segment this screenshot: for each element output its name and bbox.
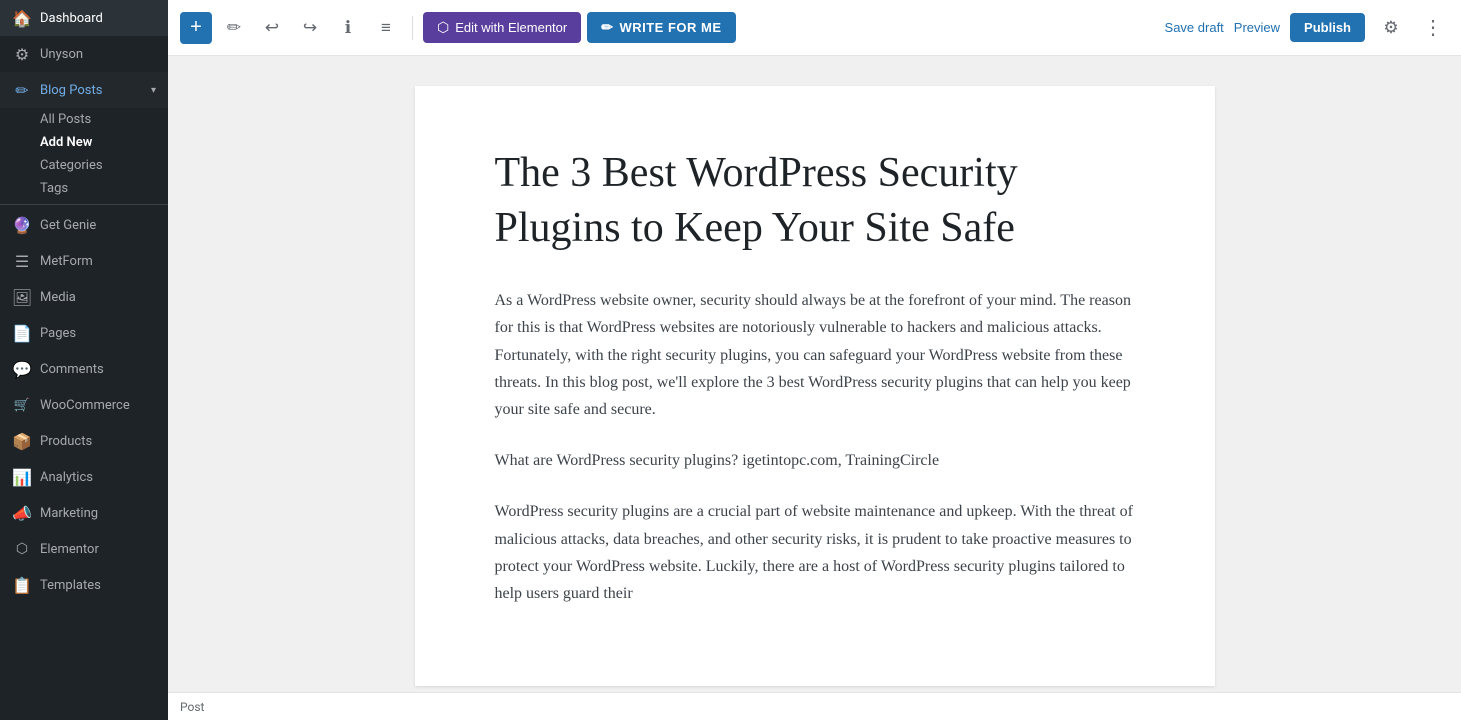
- sidebar-item-woocommerce[interactable]: 🛒 WooCommerce: [0, 387, 168, 423]
- sidebar-item-metform-label: MetForm: [40, 254, 93, 269]
- post-body: As a WordPress website owner, security s…: [495, 287, 1135, 607]
- metform-icon: ☰: [12, 251, 32, 271]
- all-posts-label: All Posts: [40, 112, 91, 127]
- sidebar-item-templates-label: Templates: [40, 578, 101, 593]
- info-icon: ℹ: [345, 18, 351, 38]
- sidebar-item-unyson[interactable]: ⚙ Unyson: [0, 36, 168, 72]
- write-for-me-label: WRITE FOR ME: [619, 20, 721, 35]
- pages-icon: 📄: [12, 323, 32, 343]
- collapse-icon: ▾: [151, 85, 156, 96]
- sidebar-item-metform[interactable]: ☰ MetForm: [0, 243, 168, 279]
- sidebar-sub-tags[interactable]: Tags: [0, 177, 168, 200]
- sidebar-item-elementor[interactable]: ⬡ Elementor: [0, 531, 168, 567]
- post-title[interactable]: The 3 Best WordPress Security Plugins to…: [495, 146, 1135, 255]
- elementor-logo-icon: ⬡: [437, 19, 449, 36]
- redo-icon: ↪: [303, 18, 317, 38]
- editor-content: The 3 Best WordPress Security Plugins to…: [415, 86, 1215, 686]
- toolbar: + ✏ ↩ ↪ ℹ ≡ ⬡ Edit with Elementor ✏ WR: [168, 0, 1461, 56]
- settings-icon: ⚙: [1383, 18, 1398, 38]
- sidebar-item-products-label: Products: [40, 434, 92, 449]
- sidebar-item-media[interactable]: 🖼 Media: [0, 279, 168, 315]
- blog-posts-icon: ✏: [12, 80, 32, 100]
- sidebar-item-products[interactable]: 📦 Products: [0, 423, 168, 459]
- sidebar-item-get-genie-label: Get Genie: [40, 218, 96, 233]
- undo-button[interactable]: ↩: [256, 12, 288, 44]
- toolbar-right: Save draft Preview Publish ⚙ ⋮: [1165, 12, 1449, 44]
- sidebar-item-unyson-label: Unyson: [40, 47, 83, 62]
- templates-icon: 📋: [12, 575, 32, 595]
- sidebar-item-marketing-label: Marketing: [40, 506, 98, 521]
- marketing-icon: 📣: [12, 503, 32, 523]
- info-button[interactable]: ℹ: [332, 12, 364, 44]
- write-for-me-button[interactable]: ✏ WRITE FOR ME: [587, 12, 735, 43]
- sidebar-item-comments-label: Comments: [40, 362, 104, 377]
- write-icon: ✏: [601, 19, 613, 36]
- redo-button[interactable]: ↪: [294, 12, 326, 44]
- comments-icon: 💬: [12, 359, 32, 379]
- elementor-icon: ⬡: [12, 539, 32, 559]
- products-icon: 📦: [12, 431, 32, 451]
- categories-label: Categories: [40, 158, 103, 173]
- tools-icon: ≡: [381, 18, 391, 38]
- sidebar-item-media-label: Media: [40, 290, 76, 305]
- sidebar-sub-add-new[interactable]: Add New: [0, 131, 168, 154]
- sidebar-item-elementor-label: Elementor: [40, 542, 99, 557]
- add-block-button[interactable]: +: [180, 12, 212, 44]
- sidebar-item-dashboard-label: Dashboard: [40, 11, 103, 26]
- toolbar-separator-1: [412, 16, 413, 40]
- post-breadcrumb: Post: [180, 700, 204, 714]
- tools-button[interactable]: ≡: [370, 12, 402, 44]
- sidebar-sub-categories[interactable]: Categories: [0, 154, 168, 177]
- more-icon: ⋮: [1423, 15, 1443, 40]
- editor-area[interactable]: The 3 Best WordPress Security Plugins to…: [168, 56, 1461, 692]
- sidebar-item-analytics[interactable]: 📊 Analytics: [0, 459, 168, 495]
- publish-button[interactable]: Publish: [1290, 13, 1365, 42]
- more-options-button[interactable]: ⋮: [1417, 12, 1449, 44]
- sidebar-item-get-genie[interactable]: 🔮 Get Genie: [0, 204, 168, 243]
- get-genie-icon: 🔮: [12, 215, 32, 235]
- paragraph-1[interactable]: As a WordPress website owner, security s…: [495, 287, 1135, 423]
- sidebar-item-dashboard[interactable]: 🏠 Dashboard: [0, 0, 168, 36]
- sidebar-item-templates[interactable]: 📋 Templates: [0, 567, 168, 603]
- sidebar-item-woocommerce-label: WooCommerce: [40, 398, 130, 413]
- sidebar-item-pages-label: Pages: [40, 326, 76, 341]
- media-icon: 🖼: [12, 287, 32, 307]
- sidebar-item-blog-posts[interactable]: ✏ Blog Posts ▾: [0, 72, 168, 108]
- bottom-bar: Post: [168, 692, 1461, 720]
- sidebar: 🏠 Dashboard ⚙ Unyson ✏ Blog Posts ▾ All …: [0, 0, 168, 720]
- undo-icon: ↩: [265, 18, 279, 38]
- unyson-icon: ⚙: [12, 44, 32, 64]
- add-new-label: Add New: [40, 135, 92, 150]
- sidebar-sub-all-posts[interactable]: All Posts: [0, 108, 168, 131]
- sidebar-item-analytics-label: Analytics: [40, 470, 93, 485]
- edit-icon-button[interactable]: ✏: [218, 12, 250, 44]
- save-draft-button[interactable]: Save draft: [1165, 20, 1224, 35]
- main-content: + ✏ ↩ ↪ ℹ ≡ ⬡ Edit with Elementor ✏ WR: [168, 0, 1461, 720]
- settings-button[interactable]: ⚙: [1375, 12, 1407, 44]
- tags-label: Tags: [40, 181, 68, 196]
- sidebar-item-marketing[interactable]: 📣 Marketing: [0, 495, 168, 531]
- woocommerce-icon: 🛒: [12, 395, 32, 415]
- sidebar-item-comments[interactable]: 💬 Comments: [0, 351, 168, 387]
- edit-elementor-label: Edit with Elementor: [455, 20, 567, 35]
- subheading[interactable]: What are WordPress security plugins? ige…: [495, 447, 1135, 474]
- analytics-icon: 📊: [12, 467, 32, 487]
- preview-button[interactable]: Preview: [1234, 20, 1280, 35]
- sidebar-item-pages[interactable]: 📄 Pages: [0, 315, 168, 351]
- sidebar-item-blog-posts-label: Blog Posts: [40, 83, 102, 98]
- paragraph-2[interactable]: WordPress security plugins are a crucial…: [495, 498, 1135, 607]
- dashboard-icon: 🏠: [12, 8, 32, 28]
- edit-with-elementor-button[interactable]: ⬡ Edit with Elementor: [423, 12, 581, 43]
- pencil-icon: ✏: [227, 18, 241, 38]
